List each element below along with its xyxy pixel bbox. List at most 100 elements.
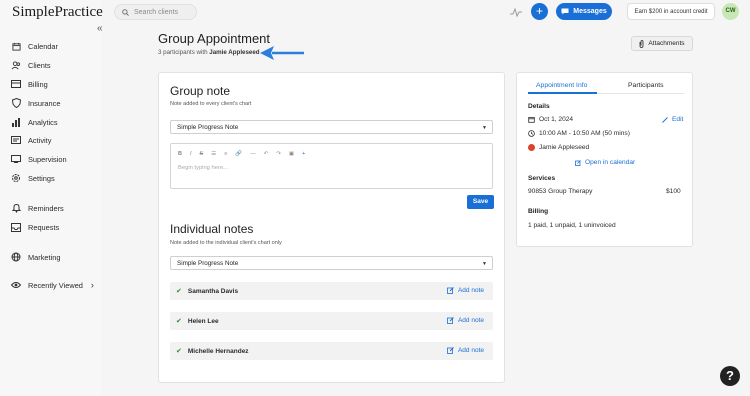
sidebar-item-settings[interactable]: Settings <box>11 171 55 185</box>
add-note-label: Add note <box>457 287 484 294</box>
clock-icon <box>528 130 535 137</box>
sidebar-item-clients[interactable]: Clients <box>11 58 51 72</box>
create-button[interactable]: + <box>531 3 548 20</box>
add-note-label: Add note <box>457 317 484 324</box>
check-icon: ✔ <box>176 318 182 325</box>
globe-icon <box>11 252 21 262</box>
sidebar-item-label: Supervision <box>28 154 67 164</box>
billing-label: Billing <box>528 208 549 215</box>
clients-icon <box>11 60 21 70</box>
activity-icon <box>11 135 21 145</box>
editor-placeholder: Begin typing here... <box>178 165 228 171</box>
earn-credit-button[interactable]: Earn $200 in account credit <box>627 3 715 20</box>
sidebar-item-calendar[interactable]: Calendar <box>11 39 58 53</box>
check-icon: ✔ <box>176 348 182 355</box>
appointment-client[interactable]: Jamie Appleseed <box>528 144 589 151</box>
analytics-icon <box>11 117 21 127</box>
sidebar-item-insurance[interactable]: Insurance <box>11 96 60 110</box>
note-edit-icon <box>447 287 454 294</box>
group-note-subtitle: Note added to every client's chart <box>170 101 252 107</box>
add-note-button[interactable]: Add note <box>447 287 484 294</box>
sidebar-item-analytics[interactable]: Analytics <box>11 115 58 129</box>
sidebar-item-recently-viewed[interactable]: Recently Viewed › <box>11 278 94 292</box>
horizontal-rule-icon[interactable]: — <box>250 151 256 157</box>
double-chevron-left-icon[interactable]: « <box>97 24 107 34</box>
link-icon[interactable]: 🔗 <box>235 151 242 157</box>
individual-notes-title: Individual notes <box>170 222 254 236</box>
services-label: Services <box>528 175 556 182</box>
sidebar-item-activity[interactable]: Activity <box>11 133 51 147</box>
tab-participants[interactable]: Participants <box>628 82 664 89</box>
group-note-editor[interactable]: B I S ☰ ≡ 🔗 — ↶ ↷ ▣ + Begin typing here.… <box>170 143 493 189</box>
add-note-label: Add note <box>457 347 484 354</box>
sidebar-item-label: Insurance <box>28 98 61 108</box>
app-logo[interactable]: SimplePractice <box>12 4 103 21</box>
sidebar-item-supervision[interactable]: Supervision <box>11 152 67 166</box>
client-color-dot <box>528 144 535 151</box>
service-price: $100 <box>666 188 681 195</box>
eye-icon <box>11 280 21 290</box>
sidebar-item-label: Recently Viewed <box>28 280 83 290</box>
activity-pulse-icon[interactable] <box>510 6 522 18</box>
template-value: Simple Progress Note <box>177 259 239 267</box>
client-name: Helen Lee <box>187 317 219 325</box>
strikethrough-icon[interactable]: S <box>200 151 204 157</box>
sidebar-item-label: Clients <box>28 60 51 70</box>
primary-client-name[interactable]: Jamie Appleseed <box>209 49 259 56</box>
shield-icon <box>11 98 21 108</box>
sidebar-item-label: Settings <box>28 173 55 183</box>
inbox-icon <box>11 222 21 232</box>
edit-button[interactable]: Edit <box>662 116 683 123</box>
add-note-button[interactable]: Add note <box>447 347 484 354</box>
calendar-link-label: Open in calendar <box>585 159 636 166</box>
sidebar-item-label: Reminders <box>28 203 64 213</box>
individual-notes-subtitle: Note added to the individual client's ch… <box>170 240 282 246</box>
external-link-icon <box>575 159 581 166</box>
individual-note-template-select[interactable]: Simple Progress Note ▼ <box>170 256 493 270</box>
calendar-icon <box>528 116 535 123</box>
italic-icon[interactable]: I <box>190 151 192 157</box>
insert-block-icon[interactable]: ▣ <box>289 151 294 157</box>
paperclip-icon <box>639 39 644 48</box>
help-button[interactable]: ? <box>720 366 740 386</box>
appointment-time: 10:00 AM - 10:50 AM (50 mins) <box>528 130 630 137</box>
editor-toolbar: B I S ☰ ≡ 🔗 — ↶ ↷ ▣ + <box>178 151 313 157</box>
add-field-icon[interactable]: + <box>302 151 305 157</box>
client-note-row: ✔ Helen Lee Add note <box>170 312 493 330</box>
client-note-row: ✔ Samantha Davis Add note <box>170 282 493 300</box>
undo-icon[interactable]: ↶ <box>264 151 269 157</box>
save-button[interactable]: Save <box>467 195 494 209</box>
details-label: Details <box>528 103 550 110</box>
sidebar-item-reminders[interactable]: Reminders <box>11 201 64 215</box>
messages-button[interactable]: Messages <box>556 3 612 20</box>
billing-status: 1 paid, 1 unpaid, 1 uninvoiced <box>528 222 616 229</box>
numbered-list-icon[interactable]: ≡ <box>224 151 227 157</box>
sidebar-item-label: Requests <box>28 222 60 232</box>
sidebar-item-marketing[interactable]: Marketing <box>11 250 60 264</box>
bold-icon[interactable]: B <box>178 151 182 157</box>
sidebar-item-billing[interactable]: Billing <box>11 77 48 91</box>
sidebar-item-label: Marketing <box>28 252 61 262</box>
client-name: Samantha Davis <box>187 287 239 295</box>
bullet-list-icon[interactable]: ☰ <box>211 151 216 157</box>
arrow-left-icon <box>260 46 304 60</box>
caret-down-icon: ▼ <box>482 125 487 131</box>
client-text: Jamie Appleseed <box>539 144 590 151</box>
add-note-button[interactable]: Add note <box>447 317 484 324</box>
sidebar-item-label: Calendar <box>28 41 58 51</box>
open-in-calendar-link[interactable]: Open in calendar <box>575 159 635 166</box>
active-tab-indicator <box>528 92 597 94</box>
sidebar-item-requests[interactable]: Requests <box>11 220 59 234</box>
redo-icon[interactable]: ↷ <box>276 151 281 157</box>
bell-icon <box>11 203 21 213</box>
group-note-template-select[interactable]: Simple Progress Note ▼ <box>170 120 493 134</box>
template-value: Simple Progress Note <box>177 123 239 131</box>
attachments-button[interactable]: Attachments <box>631 36 693 51</box>
appointment-date: Oct 1, 2024 <box>528 116 573 123</box>
search-input[interactable]: Search clients <box>114 4 197 20</box>
avatar[interactable]: CW <box>722 3 739 20</box>
tab-appointment-info[interactable]: Appointment Info <box>536 82 587 89</box>
attachments-label: Attachments <box>648 40 685 47</box>
supervision-icon <box>11 154 21 164</box>
participants-subtitle: 3 participants with Jamie Appleseed <box>158 49 260 56</box>
